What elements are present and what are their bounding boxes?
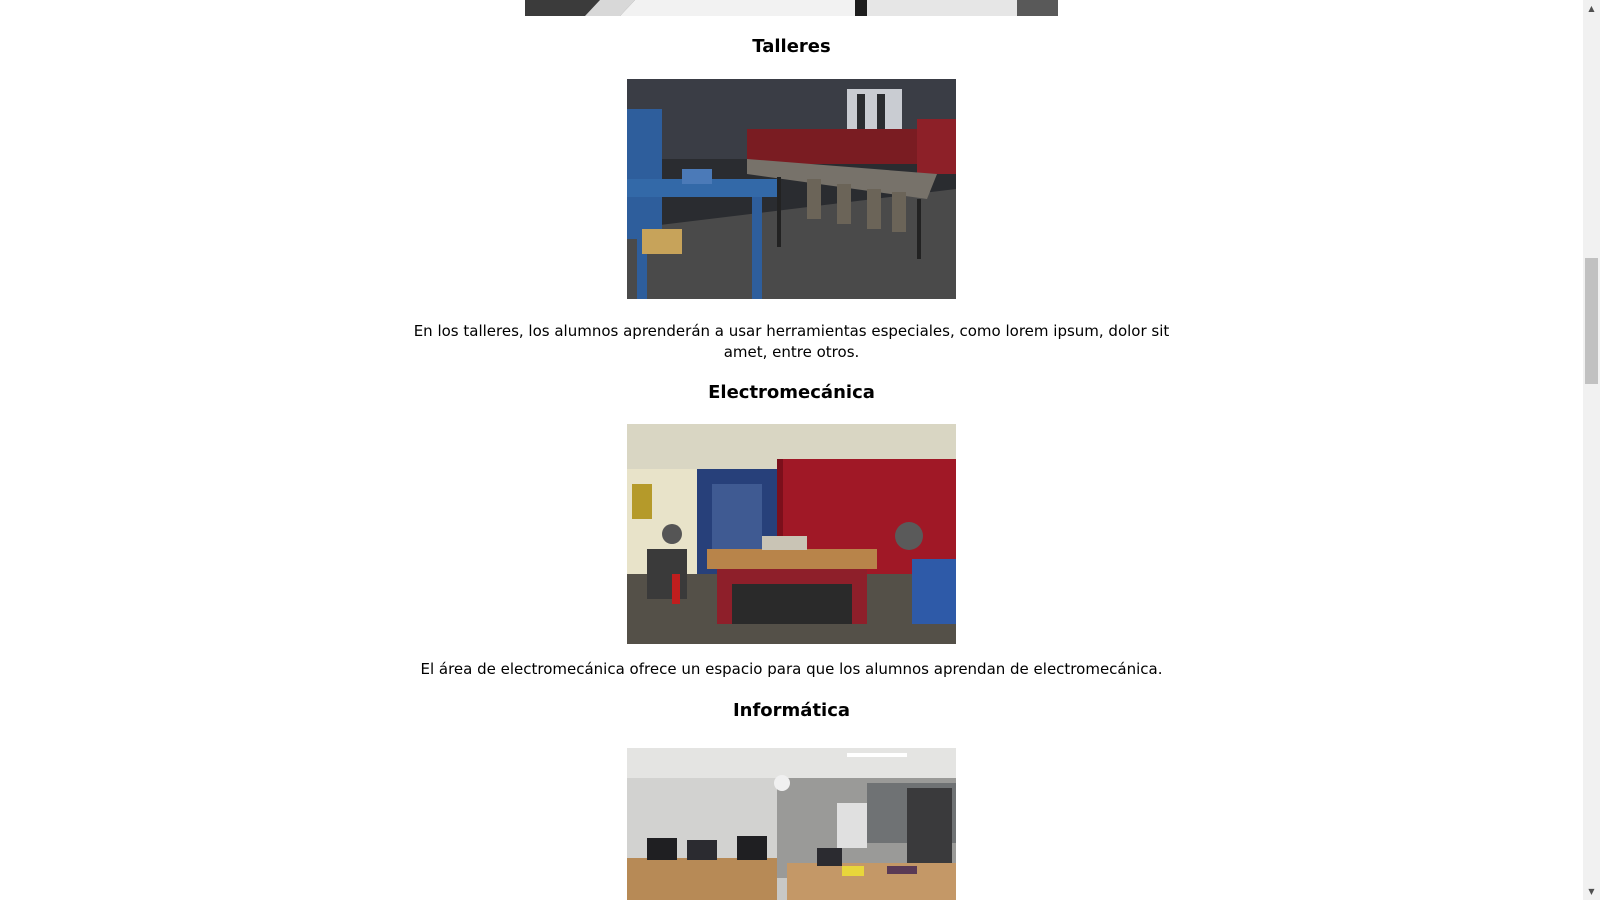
arrow-down-icon[interactable]: ▼ xyxy=(1583,883,1600,900)
main-content: Talleres En los talleres, los alumnos ap… xyxy=(0,0,1583,900)
page: Talleres En los talleres, los alumnos ap… xyxy=(0,0,1600,900)
vertical-scrollbar[interactable]: ▲ ▼ xyxy=(1583,0,1600,900)
section-title-talleres: Talleres xyxy=(752,36,831,57)
scrollbar-thumb[interactable] xyxy=(1585,258,1598,384)
talleres-description: En los talleres, los alumnos aprenderán … xyxy=(413,322,1170,361)
electromecanica-description: El área de electromecánica ofrece un esp… xyxy=(420,660,1163,678)
talleres-photo xyxy=(627,79,956,299)
section-title-electromecanica: Electromecánica xyxy=(708,382,875,403)
informatica-photo xyxy=(627,748,956,900)
previous-section-photo xyxy=(525,0,1058,16)
electromecanica-photo xyxy=(627,424,956,644)
arrow-up-icon[interactable]: ▲ xyxy=(1583,0,1600,17)
section-title-informatica: Informática xyxy=(732,700,851,721)
